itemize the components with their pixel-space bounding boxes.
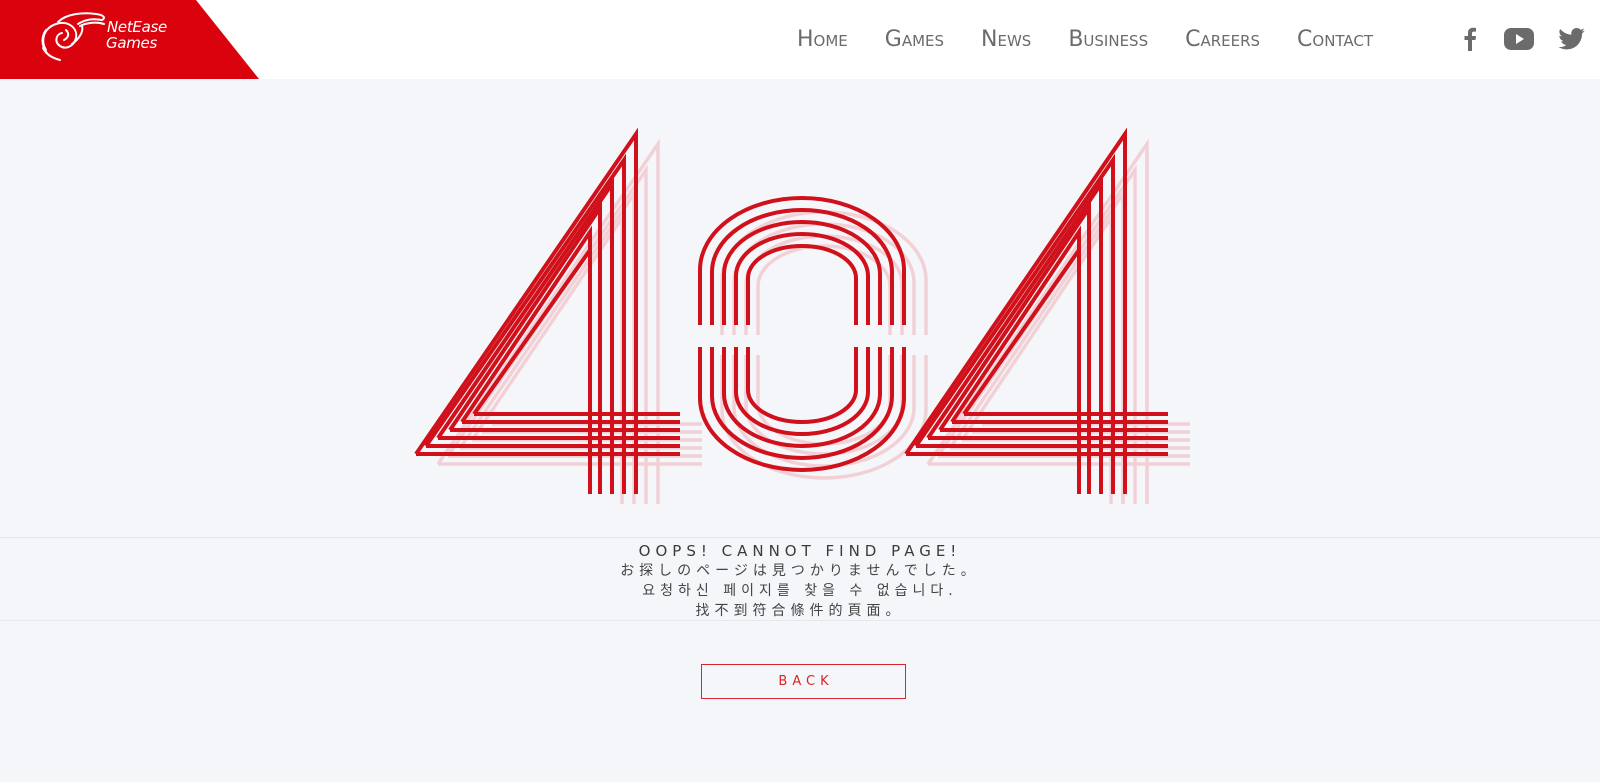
brand-line-1: NetEase [107,18,167,36]
facebook-icon[interactable] [1455,22,1485,56]
nav-item-careers[interactable]: Careers [1185,27,1260,52]
nav-item-home[interactable]: Home [797,27,848,52]
netease-swirl-icon [41,12,105,61]
nav-item-contact[interactable]: Contact [1297,27,1373,52]
twitter-icon[interactable] [1556,22,1586,56]
back-button[interactable]: BACK [701,664,906,699]
error-message-chinese: 找不到符合條件的頁面。 [695,603,905,619]
nav-item-business[interactable]: Business [1068,27,1148,52]
social-links [1455,22,1586,56]
main-nav: Home Games News Business Careers Contact [797,23,1410,55]
nav-item-games[interactable]: Games [885,27,944,52]
error-code-graphic: 404 [414,127,1190,504]
nav-item-news[interactable]: News [981,27,1031,52]
error-message-english: OOPS! CANNOT FIND PAGE! [638,542,962,560]
brand-line-2: Games [106,34,157,52]
brand-logo[interactable]: NetEase Games [0,0,260,79]
brand-wordmark: NetEase Games [106,18,167,52]
error-message-korean: 요청하신 페이지를 찾을 수 없습니다. [642,583,958,599]
youtube-icon[interactable] [1502,22,1536,56]
error-message-japanese: お探しのページは見つかりませんでした。 [620,563,980,579]
site-header: NetEase Games Home Games News Business C… [0,0,1600,79]
error-code-text: 404 [799,319,801,321]
error-message-band: OOPS! CANNOT FIND PAGE! お探しのページは見つかりませんで… [0,537,1600,621]
